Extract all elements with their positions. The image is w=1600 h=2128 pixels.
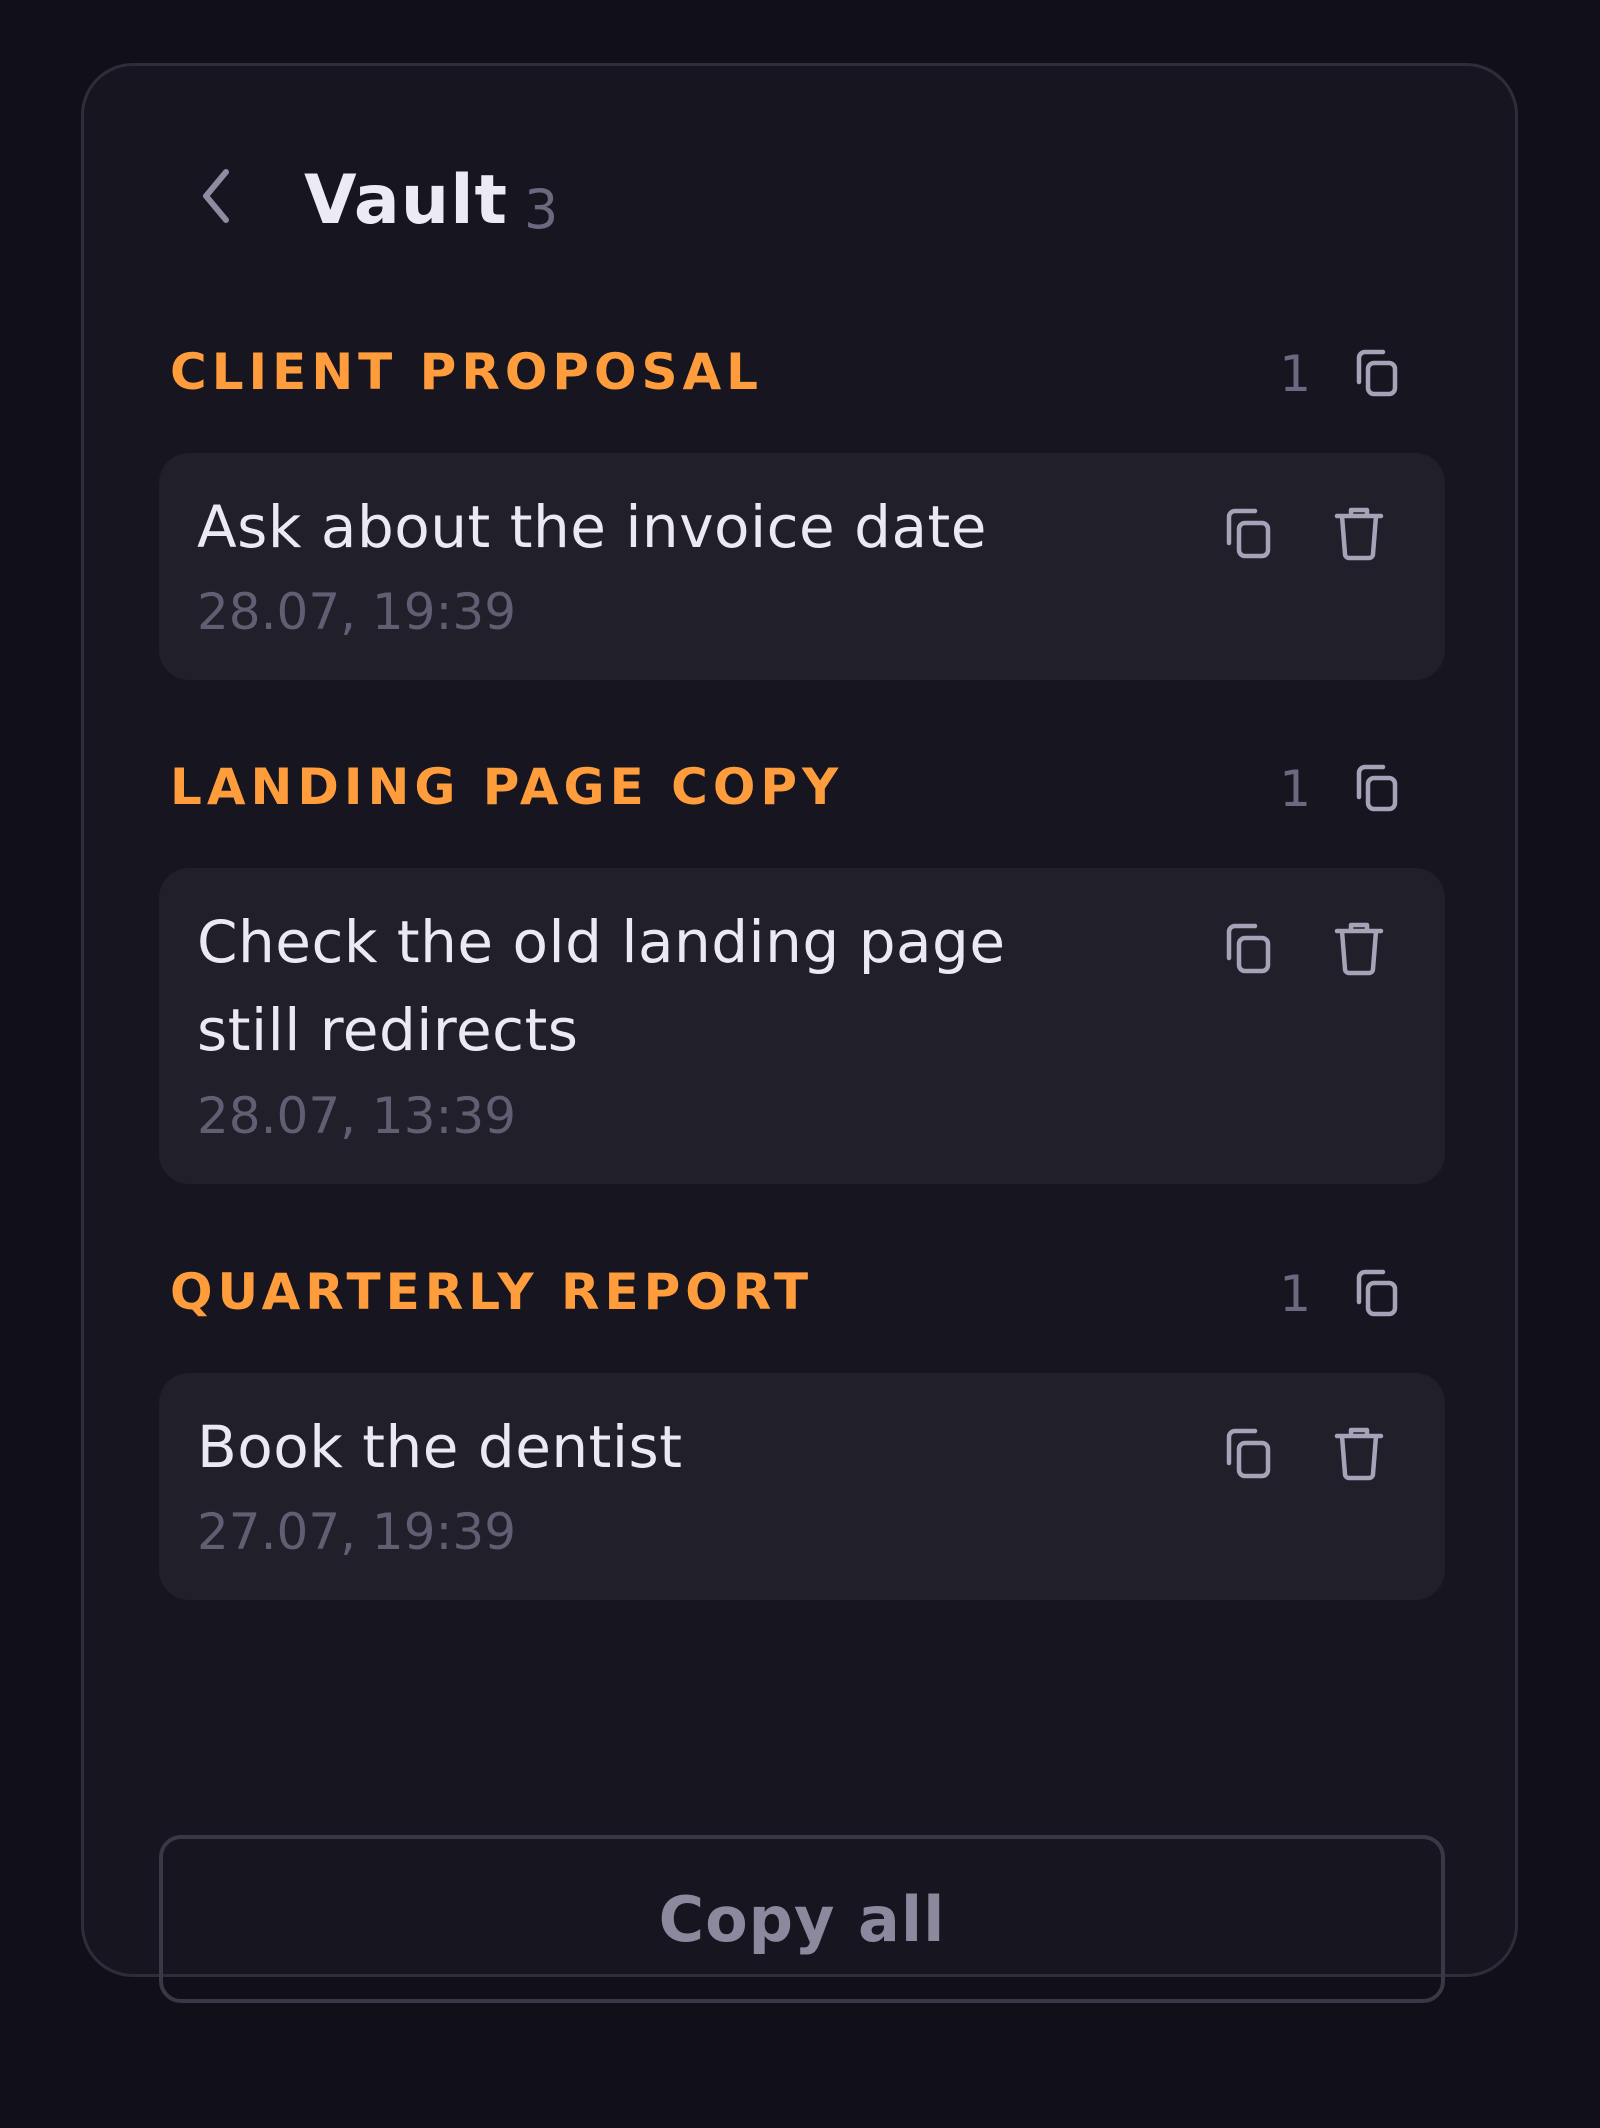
item-timestamp: 28.07, 19:39	[197, 583, 517, 641]
list-item: Ask about the invoice date 28.07, 19:39	[159, 453, 1445, 680]
back-button[interactable]	[184, 158, 248, 234]
section-landing-page-copy: LANDING PAGE COPY 1	[84, 749, 1515, 825]
trash-icon	[1332, 1424, 1386, 1482]
item-copy-button[interactable]	[1207, 908, 1287, 988]
section-title: QUARTERLY REPORT	[170, 1263, 814, 1321]
copy-icon	[1351, 761, 1401, 815]
vault-panel: Vault 3 CLIENT PROPOSAL 1 Ask about the …	[81, 63, 1518, 2003]
item-text: Ask about the invoice date	[197, 493, 987, 561]
copy-icon	[1220, 919, 1274, 977]
section-copy-button[interactable]	[1341, 1258, 1411, 1328]
trash-icon	[1332, 919, 1386, 977]
item-copy-button[interactable]	[1207, 493, 1287, 573]
section-count: 1	[1279, 760, 1311, 818]
list-item: Book the dentist 27.07, 19:39	[159, 1373, 1445, 1600]
copy-icon	[1351, 1266, 1401, 1320]
item-delete-button[interactable]	[1319, 908, 1399, 988]
section-title: LANDING PAGE COPY	[170, 758, 844, 816]
section-header: LANDING PAGE COPY 1	[84, 749, 1515, 825]
item-text: Book the dentist	[197, 1413, 683, 1481]
item-delete-button[interactable]	[1319, 1413, 1399, 1493]
section-title: CLIENT PROPOSAL	[170, 343, 764, 401]
list-item: Check the old landing page still redirec…	[159, 868, 1445, 1184]
item-timestamp: 28.07, 13:39	[197, 1087, 517, 1145]
copy-icon	[1351, 346, 1401, 400]
section-header: QUARTERLY REPORT 1	[84, 1254, 1515, 1330]
section-client-proposal: CLIENT PROPOSAL 1	[84, 334, 1515, 410]
item-copy-button[interactable]	[1207, 1413, 1287, 1493]
item-delete-button[interactable]	[1319, 493, 1399, 573]
chevron-left-icon	[196, 164, 236, 228]
section-quarterly-report: QUARTERLY REPORT 1	[84, 1254, 1515, 1330]
section-header: CLIENT PROPOSAL 1	[84, 334, 1515, 410]
vault-header: Vault 3	[84, 66, 1515, 266]
section-count: 1	[1279, 1265, 1311, 1323]
total-count: 3	[524, 178, 559, 241]
page-title: Vault	[304, 161, 509, 240]
item-text: Check the old landing page still redirec…	[197, 908, 1006, 1064]
section-copy-button[interactable]	[1341, 753, 1411, 823]
item-timestamp: 27.07, 19:39	[197, 1503, 517, 1561]
copy-icon	[1220, 1424, 1274, 1482]
section-copy-button[interactable]	[1341, 338, 1411, 408]
section-count: 1	[1279, 345, 1311, 403]
trash-icon	[1332, 504, 1386, 562]
copy-icon	[1220, 504, 1274, 562]
copy-all-label: Copy all	[658, 1882, 946, 1956]
copy-all-button[interactable]: Copy all	[159, 1835, 1445, 2003]
